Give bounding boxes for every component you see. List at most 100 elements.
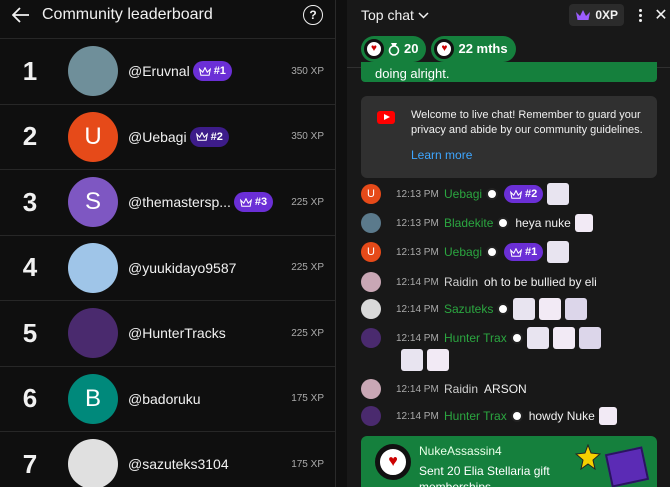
message-author[interactable]: Bladekite bbox=[444, 216, 493, 230]
chevron-down-icon bbox=[418, 11, 429, 19]
emoji-icon bbox=[598, 407, 617, 425]
member-handle[interactable]: @themastersp... bbox=[128, 194, 231, 210]
app-root: Community leaderboard ? 1 @Eruvnal #1 350 X… bbox=[0, 0, 670, 487]
leaderboard-row[interactable]: 5 @HunterTracks 225 XP bbox=[0, 300, 335, 365]
leaderboard-row[interactable]: 1 @Eruvnal #1 350 XP bbox=[0, 38, 335, 103]
rank-number: 4 bbox=[22, 252, 38, 282]
back-arrow-icon[interactable] bbox=[10, 4, 32, 26]
rank-number: 1 bbox=[22, 55, 38, 86]
youtube-icon bbox=[377, 111, 395, 124]
message-author[interactable]: Uebagi bbox=[444, 187, 482, 201]
member-handle[interactable]: @Eruvnal bbox=[128, 63, 190, 79]
emoji-icon bbox=[547, 183, 570, 205]
avatar[interactable] bbox=[68, 439, 118, 487]
emoji-icon bbox=[427, 349, 449, 371]
message-author[interactable]: Hunter Trax bbox=[444, 331, 507, 345]
leaderboard-row[interactable]: 7 @sazuteks3104 175 XP bbox=[0, 431, 335, 487]
leaderboard-row[interactable]: 6 B @badoruku 175 XP bbox=[0, 365, 335, 431]
avatar[interactable] bbox=[361, 379, 381, 399]
rank-badge-label: #1 bbox=[525, 246, 538, 258]
rank-badge: #3 bbox=[233, 192, 274, 212]
message-author[interactable]: Raidin bbox=[444, 275, 478, 289]
chat-message[interactable]: 12:14 PM Hunter Trax howdy Nuke bbox=[361, 405, 617, 427]
learn-more-link[interactable]: Learn more bbox=[411, 148, 472, 162]
avatar[interactable]: S bbox=[68, 177, 118, 227]
chat-mode-label: Top chat bbox=[361, 7, 414, 23]
close-icon[interactable]: ✕ bbox=[652, 5, 670, 25]
avatar[interactable] bbox=[68, 242, 118, 293]
rank-number: 7 bbox=[22, 448, 38, 479]
crown-icon bbox=[239, 197, 252, 207]
avatar-letter: B bbox=[84, 384, 101, 412]
xp-button[interactable]: 0XP bbox=[569, 4, 624, 26]
rank-badge: #1 bbox=[504, 243, 544, 261]
question-icon[interactable]: ? bbox=[303, 5, 323, 25]
chat-message[interactable]: 12:14 PM Raidin oh to be bullied by eli bbox=[361, 271, 597, 293]
gift-box-icon bbox=[604, 446, 650, 487]
avatar[interactable]: U bbox=[68, 111, 118, 162]
membership-months-pill[interactable]: ♥ 22 mths bbox=[431, 35, 516, 62]
message-author[interactable]: Uebagi bbox=[444, 245, 482, 259]
avatar[interactable]: U bbox=[361, 242, 381, 262]
member-handle[interactable]: @sazuteks3104 bbox=[128, 456, 229, 472]
avatar[interactable]: B bbox=[68, 373, 118, 424]
emoji-icon bbox=[526, 327, 549, 349]
crown-icon bbox=[195, 132, 208, 141]
crown-icon bbox=[198, 66, 211, 76]
gift-sender-name[interactable]: NukeAssassin4 bbox=[419, 444, 502, 458]
rank-number: 3 bbox=[22, 186, 38, 217]
chip-count-pill[interactable]: ♥ 20 bbox=[361, 35, 427, 62]
leaderboard-row[interactable]: 3 S @themastersp... #3 225 XP bbox=[0, 169, 335, 234]
avatar[interactable] bbox=[68, 46, 118, 96]
avatar[interactable] bbox=[361, 328, 381, 348]
leaderboard-panel: Community leaderboard ? 1 @Eruvnal #1 350 X… bbox=[0, 0, 336, 487]
xp-score: 350 XP bbox=[291, 131, 324, 142]
crown-icon bbox=[510, 247, 523, 257]
live-chat-panel: Top chat 0XP ✕ ♥ 20 ♥ 22 mths doing alri… bbox=[347, 0, 670, 487]
message-author[interactable]: Sazuteks bbox=[444, 302, 493, 316]
gift-text: Sent 20 Elia Stellaria gift memberships bbox=[419, 464, 550, 487]
poker-chip-icon: ♥ bbox=[364, 38, 384, 59]
avatar[interactable] bbox=[361, 213, 381, 233]
emoji-icon bbox=[547, 241, 570, 263]
pinned-text: doing alright. bbox=[375, 66, 450, 81]
chat-message[interactable]: 12:14 PM Raidin ARSON bbox=[361, 378, 527, 400]
rank-badge: #1 bbox=[192, 61, 232, 81]
chat-message[interactable]: 12:14 PM Sazuteks bbox=[361, 298, 588, 320]
xp-score: 350 XP bbox=[291, 65, 324, 77]
message-text: oh to be bullied by eli bbox=[484, 275, 597, 289]
avatar[interactable] bbox=[361, 299, 381, 319]
avatar[interactable]: U bbox=[361, 184, 381, 204]
leaderboard-row[interactable]: 2 U @Uebagi #2 350 XP bbox=[0, 103, 335, 169]
message-author[interactable]: Hunter Trax bbox=[444, 409, 507, 423]
crown-icon bbox=[576, 10, 591, 20]
rank-number: 5 bbox=[22, 317, 38, 348]
member-chip-icon bbox=[486, 246, 499, 258]
rank-badge-label: #2 bbox=[525, 188, 538, 200]
emoji-icon bbox=[401, 349, 423, 371]
emoji-icon bbox=[513, 298, 536, 320]
avatar[interactable] bbox=[361, 406, 381, 426]
avatar[interactable] bbox=[68, 308, 118, 358]
chat-message[interactable]: 12:13 PM Bladekite heya nuke bbox=[361, 212, 593, 234]
poker-chip-icon: ♥ bbox=[434, 38, 455, 59]
message-timestamp: 12:14 PM bbox=[396, 303, 439, 315]
avatar[interactable] bbox=[361, 272, 381, 292]
leaderboard-row[interactable]: 4 @yuukidayo9587 225 XP bbox=[0, 234, 335, 300]
chat-message-continuation bbox=[397, 349, 449, 371]
member-handle[interactable]: @badoruku bbox=[128, 391, 201, 407]
member-handle[interactable]: @HunterTracks bbox=[128, 325, 226, 341]
member-chip-icon bbox=[510, 332, 523, 344]
message-author[interactable]: Raidin bbox=[444, 382, 478, 396]
chat-message[interactable]: U 12:13 PM Uebagi #1 bbox=[361, 241, 570, 263]
more-options-icon[interactable] bbox=[628, 8, 652, 22]
member-chip-icon bbox=[486, 188, 499, 200]
chat-message[interactable]: 12:14 PM Hunter Trax bbox=[361, 327, 601, 349]
rank-badge-label: #1 bbox=[213, 65, 226, 77]
chat-message[interactable]: U 12:13 PM Uebagi #2 bbox=[361, 183, 570, 205]
member-handle[interactable]: @yuukidayo9587 bbox=[128, 260, 236, 276]
member-handle[interactable]: @Uebagi bbox=[128, 129, 187, 145]
chat-mode-dropdown[interactable]: Top chat bbox=[361, 7, 429, 23]
rank-number: 6 bbox=[22, 383, 38, 413]
membership-months-label: 22 mths bbox=[458, 41, 508, 56]
